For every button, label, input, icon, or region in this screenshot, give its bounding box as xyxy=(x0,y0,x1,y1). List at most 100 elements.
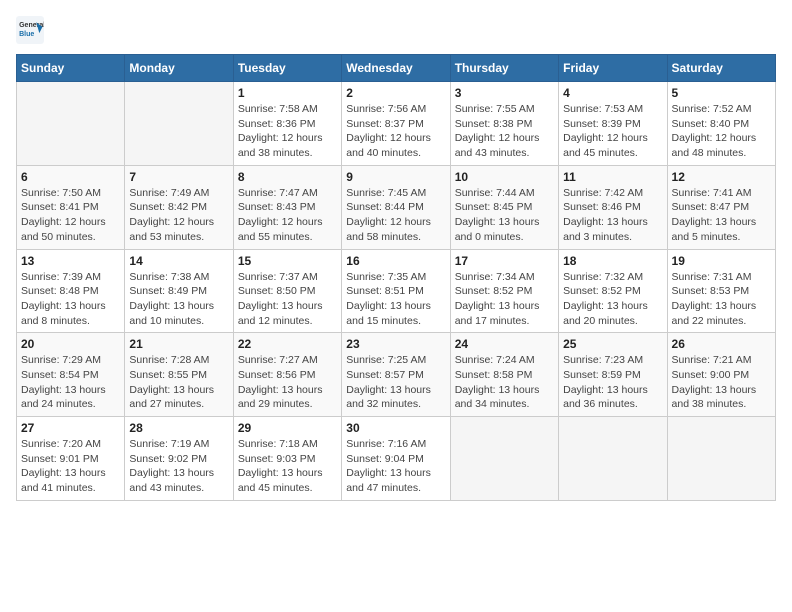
day-info: Sunrise: 7:32 AMSunset: 8:52 PMDaylight:… xyxy=(563,270,662,329)
calendar-cell: 14 Sunrise: 7:38 AMSunset: 8:49 PMDayligh… xyxy=(125,249,233,333)
day-number: 17 xyxy=(455,254,554,268)
day-number: 8 xyxy=(238,170,337,184)
day-info: Sunrise: 7:16 AMSunset: 9:04 PMDaylight:… xyxy=(346,437,445,496)
day-info: Sunrise: 7:19 AMSunset: 9:02 PMDaylight:… xyxy=(129,437,228,496)
calendar-cell: 10Sunrise: 7:44 AMSunset: 8:45 PMDayligh… xyxy=(450,165,558,249)
calendar-week-4: 20 Sunrise: 7:29 AMSunset: 8:54 PMDayligh… xyxy=(17,333,776,417)
day-number: 3 xyxy=(455,86,554,100)
day-info: Sunrise: 7:23 AMSunset: 8:59 PMDaylight:… xyxy=(563,353,662,412)
day-number: 13 xyxy=(21,254,120,268)
day-number: 23 xyxy=(346,337,445,351)
day-number: 4 xyxy=(563,86,662,100)
day-info: Sunrise: 7:45 AMSunset: 8:44 PMDaylight:… xyxy=(346,186,445,245)
calendar-cell xyxy=(125,82,233,166)
day-number: 28 xyxy=(129,421,228,435)
calendar-cell: 9Sunrise: 7:45 AMSunset: 8:44 PMDaylight… xyxy=(342,165,450,249)
day-number: 30 xyxy=(346,421,445,435)
day-info: Sunrise: 7:53 AMSunset: 8:39 PMDaylight:… xyxy=(563,102,662,161)
day-number: 5 xyxy=(672,86,771,100)
day-info: Sunrise: 7:49 AMSunset: 8:42 PMDaylight:… xyxy=(129,186,228,245)
weekday-header-thursday: Thursday xyxy=(450,55,558,82)
day-info: Sunrise: 7:21 AMSunset: 9:00 PMDaylight:… xyxy=(672,353,771,412)
day-info: Sunrise: 7:29 AMSunset: 8:54 PMDaylight:… xyxy=(21,353,120,412)
calendar-cell: 11 Sunrise: 7:42 AMSunset: 8:46 PMDayligh… xyxy=(559,165,667,249)
calendar-cell: 1 Sunrise: 7:58 AMSunset: 8:36 PMDaylight… xyxy=(233,82,341,166)
calendar-cell: 4 Sunrise: 7:53 AMSunset: 8:39 PMDaylight… xyxy=(559,82,667,166)
day-info: Sunrise: 7:56 AMSunset: 8:37 PMDaylight:… xyxy=(346,102,445,161)
day-number: 19 xyxy=(672,254,771,268)
day-number: 29 xyxy=(238,421,337,435)
calendar-cell: 16Sunrise: 7:35 AMSunset: 8:51 PMDayligh… xyxy=(342,249,450,333)
calendar-cell: 8Sunrise: 7:47 AMSunset: 8:43 PMDaylight… xyxy=(233,165,341,249)
calendar-cell: 25 Sunrise: 7:23 AMSunset: 8:59 PMDayligh… xyxy=(559,333,667,417)
day-info: Sunrise: 7:27 AMSunset: 8:56 PMDaylight:… xyxy=(238,353,337,412)
day-number: 12 xyxy=(672,170,771,184)
day-info: Sunrise: 7:38 AMSunset: 8:49 PMDaylight:… xyxy=(129,270,228,329)
day-info: Sunrise: 7:34 AMSunset: 8:52 PMDaylight:… xyxy=(455,270,554,329)
day-info: Sunrise: 7:50 AMSunset: 8:41 PMDaylight:… xyxy=(21,186,120,245)
day-info: Sunrise: 7:52 AMSunset: 8:40 PMDaylight:… xyxy=(672,102,771,161)
calendar-week-3: 13 Sunrise: 7:39 AMSunset: 8:48 PMDayligh… xyxy=(17,249,776,333)
day-number: 11 xyxy=(563,170,662,184)
day-info: Sunrise: 7:58 AMSunset: 8:36 PMDaylight:… xyxy=(238,102,337,161)
calendar-week-2: 6 Sunrise: 7:50 AMSunset: 8:41 PMDaylight… xyxy=(17,165,776,249)
day-info: Sunrise: 7:18 AMSunset: 9:03 PMDaylight:… xyxy=(238,437,337,496)
calendar-week-5: 27Sunrise: 7:20 AMSunset: 9:01 PMDayligh… xyxy=(17,417,776,501)
day-info: Sunrise: 7:39 AMSunset: 8:48 PMDaylight:… xyxy=(21,270,120,329)
weekday-header-friday: Friday xyxy=(559,55,667,82)
calendar-cell xyxy=(450,417,558,501)
calendar-cell xyxy=(559,417,667,501)
calendar-cell: 15Sunrise: 7:37 AMSunset: 8:50 PMDayligh… xyxy=(233,249,341,333)
day-number: 10 xyxy=(455,170,554,184)
day-number: 20 xyxy=(21,337,120,351)
calendar-cell: 29 Sunrise: 7:18 AMSunset: 9:03 PMDayligh… xyxy=(233,417,341,501)
calendar-cell: 30 Sunrise: 7:16 AMSunset: 9:04 PMDayligh… xyxy=(342,417,450,501)
calendar-cell: 2Sunrise: 7:56 AMSunset: 8:37 PMDaylight… xyxy=(342,82,450,166)
day-number: 7 xyxy=(129,170,228,184)
calendar-cell: 3 Sunrise: 7:55 AMSunset: 8:38 PMDaylight… xyxy=(450,82,558,166)
calendar-cell: 5 Sunrise: 7:52 AMSunset: 8:40 PMDaylight… xyxy=(667,82,775,166)
day-info: Sunrise: 7:41 AMSunset: 8:47 PMDaylight:… xyxy=(672,186,771,245)
weekday-header-tuesday: Tuesday xyxy=(233,55,341,82)
calendar-cell: 23 Sunrise: 7:25 AMSunset: 8:57 PMDayligh… xyxy=(342,333,450,417)
calendar-cell: 6 Sunrise: 7:50 AMSunset: 8:41 PMDaylight… xyxy=(17,165,125,249)
day-number: 21 xyxy=(129,337,228,351)
day-info: Sunrise: 7:55 AMSunset: 8:38 PMDaylight:… xyxy=(455,102,554,161)
logo-icon: General Blue xyxy=(16,16,44,44)
day-number: 22 xyxy=(238,337,337,351)
calendar-cell: 24 Sunrise: 7:24 AMSunset: 8:58 PMDayligh… xyxy=(450,333,558,417)
day-number: 6 xyxy=(21,170,120,184)
day-number: 15 xyxy=(238,254,337,268)
logo: General Blue xyxy=(16,16,48,44)
day-number: 25 xyxy=(563,337,662,351)
calendar-cell: 26Sunrise: 7:21 AMSunset: 9:00 PMDayligh… xyxy=(667,333,775,417)
day-number: 18 xyxy=(563,254,662,268)
day-info: Sunrise: 7:25 AMSunset: 8:57 PMDaylight:… xyxy=(346,353,445,412)
page-header: General Blue xyxy=(16,16,776,44)
day-info: Sunrise: 7:42 AMSunset: 8:46 PMDaylight:… xyxy=(563,186,662,245)
day-number: 14 xyxy=(129,254,228,268)
calendar-cell xyxy=(17,82,125,166)
svg-text:Blue: Blue xyxy=(19,31,34,38)
day-number: 24 xyxy=(455,337,554,351)
day-info: Sunrise: 7:20 AMSunset: 9:01 PMDaylight:… xyxy=(21,437,120,496)
calendar-cell: 19 Sunrise: 7:31 AMSunset: 8:53 PMDayligh… xyxy=(667,249,775,333)
day-number: 1 xyxy=(238,86,337,100)
calendar-cell: 17 Sunrise: 7:34 AMSunset: 8:52 PMDayligh… xyxy=(450,249,558,333)
weekday-header-wednesday: Wednesday xyxy=(342,55,450,82)
calendar-cell: 20 Sunrise: 7:29 AMSunset: 8:54 PMDayligh… xyxy=(17,333,125,417)
day-info: Sunrise: 7:28 AMSunset: 8:55 PMDaylight:… xyxy=(129,353,228,412)
day-info: Sunrise: 7:31 AMSunset: 8:53 PMDaylight:… xyxy=(672,270,771,329)
day-info: Sunrise: 7:24 AMSunset: 8:58 PMDaylight:… xyxy=(455,353,554,412)
calendar-cell: 7 Sunrise: 7:49 AMSunset: 8:42 PMDaylight… xyxy=(125,165,233,249)
weekday-header-saturday: Saturday xyxy=(667,55,775,82)
day-info: Sunrise: 7:35 AMSunset: 8:51 PMDaylight:… xyxy=(346,270,445,329)
calendar-cell: 28 Sunrise: 7:19 AMSunset: 9:02 PMDayligh… xyxy=(125,417,233,501)
calendar-cell xyxy=(667,417,775,501)
calendar-cell: 13 Sunrise: 7:39 AMSunset: 8:48 PMDayligh… xyxy=(17,249,125,333)
calendar-cell: 22 Sunrise: 7:27 AMSunset: 8:56 PMDayligh… xyxy=(233,333,341,417)
calendar-cell: 21 Sunrise: 7:28 AMSunset: 8:55 PMDayligh… xyxy=(125,333,233,417)
calendar-header: SundayMondayTuesdayWednesdayThursdayFrid… xyxy=(17,55,776,82)
calendar-week-1: 1 Sunrise: 7:58 AMSunset: 8:36 PMDaylight… xyxy=(17,82,776,166)
calendar-cell: 18 Sunrise: 7:32 AMSunset: 8:52 PMDayligh… xyxy=(559,249,667,333)
